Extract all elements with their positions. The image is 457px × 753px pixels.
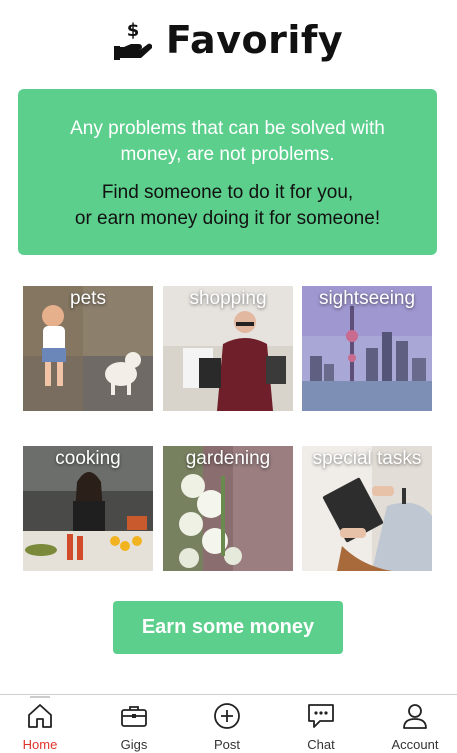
nav-label: Gigs: [120, 737, 148, 752]
category-tile-cooking[interactable]: cooking: [23, 446, 153, 571]
category-label: pets: [70, 288, 106, 309]
nav-item-home[interactable]: Home: [5, 695, 75, 753]
category-tile-special-tasks[interactable]: special tasks: [302, 446, 432, 571]
nav-item-gigs[interactable]: Gigs: [99, 695, 169, 753]
nav-item-post[interactable]: Post: [192, 695, 262, 753]
category-tile-gardening[interactable]: gardening: [163, 446, 293, 571]
home-icon: [28, 704, 52, 728]
nav-label: Home: [22, 737, 58, 752]
earn-money-button[interactable]: Earn some money: [113, 601, 343, 654]
banner-quote: Any problems that can be solved with mon…: [70, 118, 385, 165]
category-label: gardening: [185, 448, 271, 469]
hand-dollar-icon: $: [113, 20, 152, 60]
nav-item-chat[interactable]: Chat: [286, 695, 356, 753]
category-tile-pets[interactable]: pets: [23, 286, 153, 411]
user-icon: [403, 704, 427, 729]
plus-circle-icon: [214, 703, 240, 729]
app-title: Favorify: [165, 18, 344, 62]
category-label: sightseeing: [318, 288, 416, 309]
app-header: $ Favorify: [0, 12, 457, 68]
category-label: cooking: [55, 448, 121, 469]
nav-label: Post: [213, 737, 240, 752]
category-label: special tasks: [312, 448, 422, 469]
nav-label: Account: [391, 737, 439, 752]
banner-cta: Find someone to do it for you, or earn m…: [74, 182, 381, 229]
nav-label: Chat: [307, 737, 335, 752]
category-tile-sightseeing[interactable]: sightseeing: [302, 286, 432, 411]
category-tile-shopping[interactable]: shopping: [163, 286, 293, 411]
briefcase-icon: [121, 706, 147, 727]
chat-bubble-icon: [308, 704, 334, 728]
bottom-nav: Home Gigs Post Chat Account: [0, 694, 457, 752]
tagline-banner: Any problems that can be solved with mon…: [18, 89, 437, 255]
category-label: shopping: [189, 288, 267, 309]
nav-item-account[interactable]: Account: [380, 695, 450, 753]
svg-text:$: $: [127, 20, 140, 41]
